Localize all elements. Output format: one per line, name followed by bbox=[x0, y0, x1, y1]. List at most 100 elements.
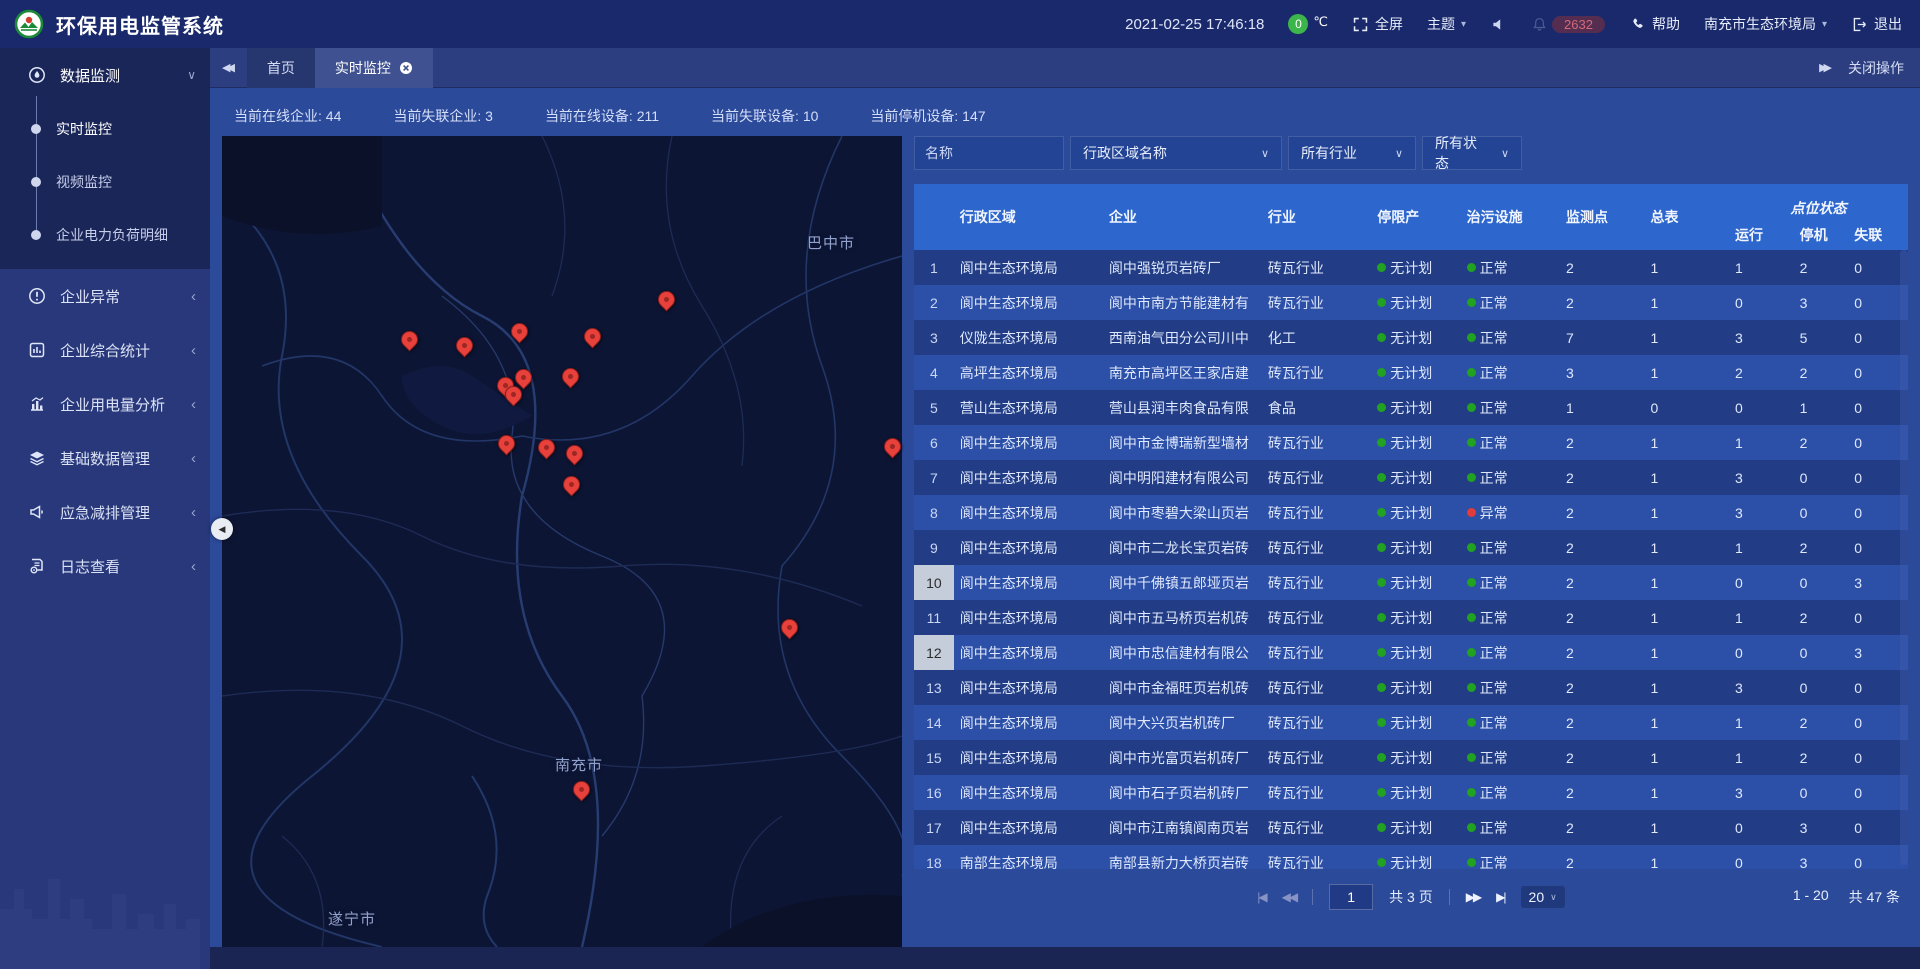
record-total-label: 共 47 条 bbox=[1849, 887, 1900, 907]
sidebar-item[interactable]: 日志查看 ‹ bbox=[0, 539, 210, 593]
page-bottom-strip bbox=[210, 947, 1920, 969]
fullscreen-button[interactable]: 全屏 bbox=[1352, 14, 1403, 34]
table-row[interactable]: 6 阆中生态环境局 阆中市金博瑞新型墙材 砖瓦行业 无计划 正常 2 1 1 2… bbox=[914, 425, 1908, 460]
cell-facility: 正常 bbox=[1461, 775, 1560, 810]
status-filter-select[interactable]: 所有状态 ∨ bbox=[1422, 136, 1522, 170]
first-page-button[interactable]: |◀ bbox=[1257, 890, 1265, 904]
cell-facility: 正常 bbox=[1461, 355, 1560, 390]
cell-plan: 无计划 bbox=[1371, 845, 1460, 869]
status-dot bbox=[1377, 298, 1386, 307]
alarm-button[interactable]: 2632 bbox=[1531, 16, 1605, 33]
table-row[interactable]: 4 高坪生态环境局 南充市高坪区王家店建 砖瓦行业 无计划 正常 3 1 2 2… bbox=[914, 355, 1908, 390]
cell-facility: 正常 bbox=[1461, 530, 1560, 565]
table-row[interactable]: 13 阆中生态环境局 阆中市金福旺页岩机砖 砖瓦行业 无计划 正常 2 1 3 … bbox=[914, 670, 1908, 705]
cell-points: 2 bbox=[1560, 495, 1644, 530]
cell-region: 阆中生态环境局 bbox=[954, 635, 1103, 670]
cell-running: 0 bbox=[1729, 565, 1794, 600]
cell-plan: 无计划 bbox=[1371, 495, 1460, 530]
tabs-scroll-right-button[interactable]: ▶▶ bbox=[1819, 61, 1828, 74]
sidebar-item[interactable]: 企业综合统计 ‹ bbox=[0, 323, 210, 377]
tabs-scroll-left-button[interactable]: ◀◀ bbox=[210, 61, 247, 74]
cell-lost: 0 bbox=[1848, 355, 1908, 390]
industry-filter-select[interactable]: 所有行业 ∨ bbox=[1288, 136, 1416, 170]
cell-meters: 1 bbox=[1645, 670, 1729, 705]
table-row[interactable]: 18 南部生态环境局 南部县新力大桥页岩砖 砖瓦行业 无计划 正常 2 1 0 … bbox=[914, 845, 1908, 869]
table-row[interactable]: 11 阆中生态环境局 阆中市五马桥页岩机砖 砖瓦行业 无计划 正常 2 1 1 … bbox=[914, 600, 1908, 635]
status-dot bbox=[1467, 543, 1476, 552]
sidebar-item[interactable]: 应急减排管理 ‹ bbox=[0, 485, 210, 539]
sidebar-item[interactable]: 企业用电量分析 ‹ bbox=[0, 377, 210, 431]
table-row[interactable]: 7 阆中生态环境局 阆中明阳建材有限公司 砖瓦行业 无计划 正常 2 1 3 0… bbox=[914, 460, 1908, 495]
status-dot bbox=[1377, 858, 1386, 867]
map-collapse-button[interactable]: ◀ bbox=[211, 518, 233, 540]
help-button[interactable]: 帮助 bbox=[1629, 14, 1680, 34]
cell-company: 阆中强锐页岩砖厂 bbox=[1103, 250, 1262, 285]
status-item: 当前在线设备: 211 bbox=[545, 106, 659, 126]
last-page-button[interactable]: ▶| bbox=[1496, 890, 1504, 904]
close-operations-button[interactable]: 关闭操作 bbox=[1848, 58, 1904, 78]
cell-facility: 正常 bbox=[1461, 635, 1560, 670]
cell-stopped: 2 bbox=[1794, 530, 1849, 565]
cell-industry: 砖瓦行业 bbox=[1262, 565, 1371, 600]
sidebar-item[interactable]: 基础数据管理 ‹ bbox=[0, 431, 210, 485]
cell-points: 2 bbox=[1560, 565, 1644, 600]
cell-industry: 砖瓦行业 bbox=[1262, 635, 1371, 670]
close-tab-icon[interactable] bbox=[399, 61, 413, 75]
status-dot bbox=[1467, 858, 1476, 867]
tab-realtime-monitor[interactable]: 实时监控 bbox=[315, 48, 433, 88]
cell-running: 2 bbox=[1729, 355, 1794, 390]
theme-menu[interactable]: 主题 ▾ bbox=[1427, 14, 1466, 34]
page-number-input[interactable] bbox=[1329, 884, 1373, 910]
table-row[interactable]: 9 阆中生态环境局 阆中市二龙长宝页岩砖 砖瓦行业 无计划 正常 2 1 1 2… bbox=[914, 530, 1908, 565]
tree-dot-icon bbox=[31, 230, 41, 240]
cell-meters: 1 bbox=[1645, 460, 1729, 495]
sound-button[interactable] bbox=[1490, 16, 1507, 33]
table-row[interactable]: 16 阆中生态环境局 阆中市石子页岩机砖厂 砖瓦行业 无计划 正常 2 1 3 … bbox=[914, 775, 1908, 810]
sidebar-subitem[interactable]: 视频监控 bbox=[0, 155, 210, 208]
cell-plan: 无计划 bbox=[1371, 565, 1460, 600]
logout-button[interactable]: 退出 bbox=[1851, 14, 1902, 34]
status-dot bbox=[1467, 403, 1476, 412]
table-scrollbar[interactable] bbox=[1900, 250, 1908, 865]
cell-meters: 1 bbox=[1645, 635, 1729, 670]
cell-industry: 砖瓦行业 bbox=[1262, 530, 1371, 565]
sidebar-subitem[interactable]: 实时监控 bbox=[0, 102, 210, 155]
cell-points: 2 bbox=[1560, 705, 1644, 740]
status-dot bbox=[1377, 718, 1386, 727]
next-page-button[interactable]: ▶▶ bbox=[1466, 890, 1480, 904]
cell-meters: 1 bbox=[1645, 285, 1729, 320]
table-row[interactable]: 17 阆中生态环境局 阆中市江南镇阆南页岩 砖瓦行业 无计划 正常 2 1 0 … bbox=[914, 810, 1908, 845]
table-row[interactable]: 15 阆中生态环境局 阆中市光富页岩机砖厂 砖瓦行业 无计划 正常 2 1 1 … bbox=[914, 740, 1908, 775]
cell-stopped: 0 bbox=[1794, 460, 1849, 495]
cell-company: 阆中市光富页岩机砖厂 bbox=[1103, 740, 1262, 775]
tab-home[interactable]: 首页 bbox=[247, 48, 315, 88]
name-filter-input[interactable] bbox=[914, 136, 1064, 170]
table-row[interactable]: 14 阆中生态环境局 阆中大兴页岩机砖厂 砖瓦行业 无计划 正常 2 1 1 2… bbox=[914, 705, 1908, 740]
row-number: 5 bbox=[914, 390, 954, 425]
table-row[interactable]: 5 营山生态环境局 营山县润丰肉食品有限 食品 无计划 正常 1 0 0 1 0 bbox=[914, 390, 1908, 425]
cell-plan: 无计划 bbox=[1371, 390, 1460, 425]
sidebar-item[interactable]: 企业异常 ‹ bbox=[0, 269, 210, 323]
previous-page-button[interactable]: ◀◀ bbox=[1282, 890, 1296, 904]
sidebar-item[interactable]: 数据监测 ∨ bbox=[0, 48, 210, 102]
cell-running: 0 bbox=[1729, 845, 1794, 869]
table-row[interactable]: 8 阆中生态环境局 阆中市枣碧大梁山页岩 砖瓦行业 无计划 异常 2 1 3 0… bbox=[914, 495, 1908, 530]
table-row[interactable]: 1 阆中生态环境局 阆中强锐页岩砖厂 砖瓦行业 无计划 正常 2 1 1 2 0 bbox=[914, 250, 1908, 285]
status-bar: 当前在线企业: 44当前失联企业: 3当前在线设备: 211当前失联设备: 10… bbox=[210, 88, 1920, 136]
table-row[interactable]: 10 阆中生态环境局 阆中千佛镇五郎垭页岩 砖瓦行业 无计划 正常 2 1 0 … bbox=[914, 565, 1908, 600]
region-filter-select[interactable]: 行政区域名称 ∨ bbox=[1070, 136, 1282, 170]
cell-meters: 1 bbox=[1645, 425, 1729, 460]
page-size-select[interactable]: 20 ∨ bbox=[1521, 886, 1565, 908]
table-row[interactable]: 12 阆中生态环境局 阆中市忠信建材有限公 砖瓦行业 无计划 正常 2 1 0 … bbox=[914, 635, 1908, 670]
col-group-point-status: 点位状态 bbox=[1729, 184, 1908, 220]
row-number: 13 bbox=[914, 670, 954, 705]
sidebar-subitem[interactable]: 企业电力负荷明细 bbox=[0, 208, 210, 261]
status-dot bbox=[1467, 788, 1476, 797]
cell-running: 1 bbox=[1729, 740, 1794, 775]
org-menu[interactable]: 南充市生态环境局 ▾ bbox=[1704, 14, 1827, 34]
table-row[interactable]: 3 仪陇生态环境局 西南油气田分公司川中 化工 无计划 正常 7 1 3 5 0 bbox=[914, 320, 1908, 355]
table-row[interactable]: 2 阆中生态环境局 阆中市南方节能建材有 砖瓦行业 无计划 正常 2 1 0 3… bbox=[914, 285, 1908, 320]
cell-facility: 正常 bbox=[1461, 285, 1560, 320]
status-dot bbox=[1377, 263, 1386, 272]
status-dot bbox=[1377, 508, 1386, 517]
